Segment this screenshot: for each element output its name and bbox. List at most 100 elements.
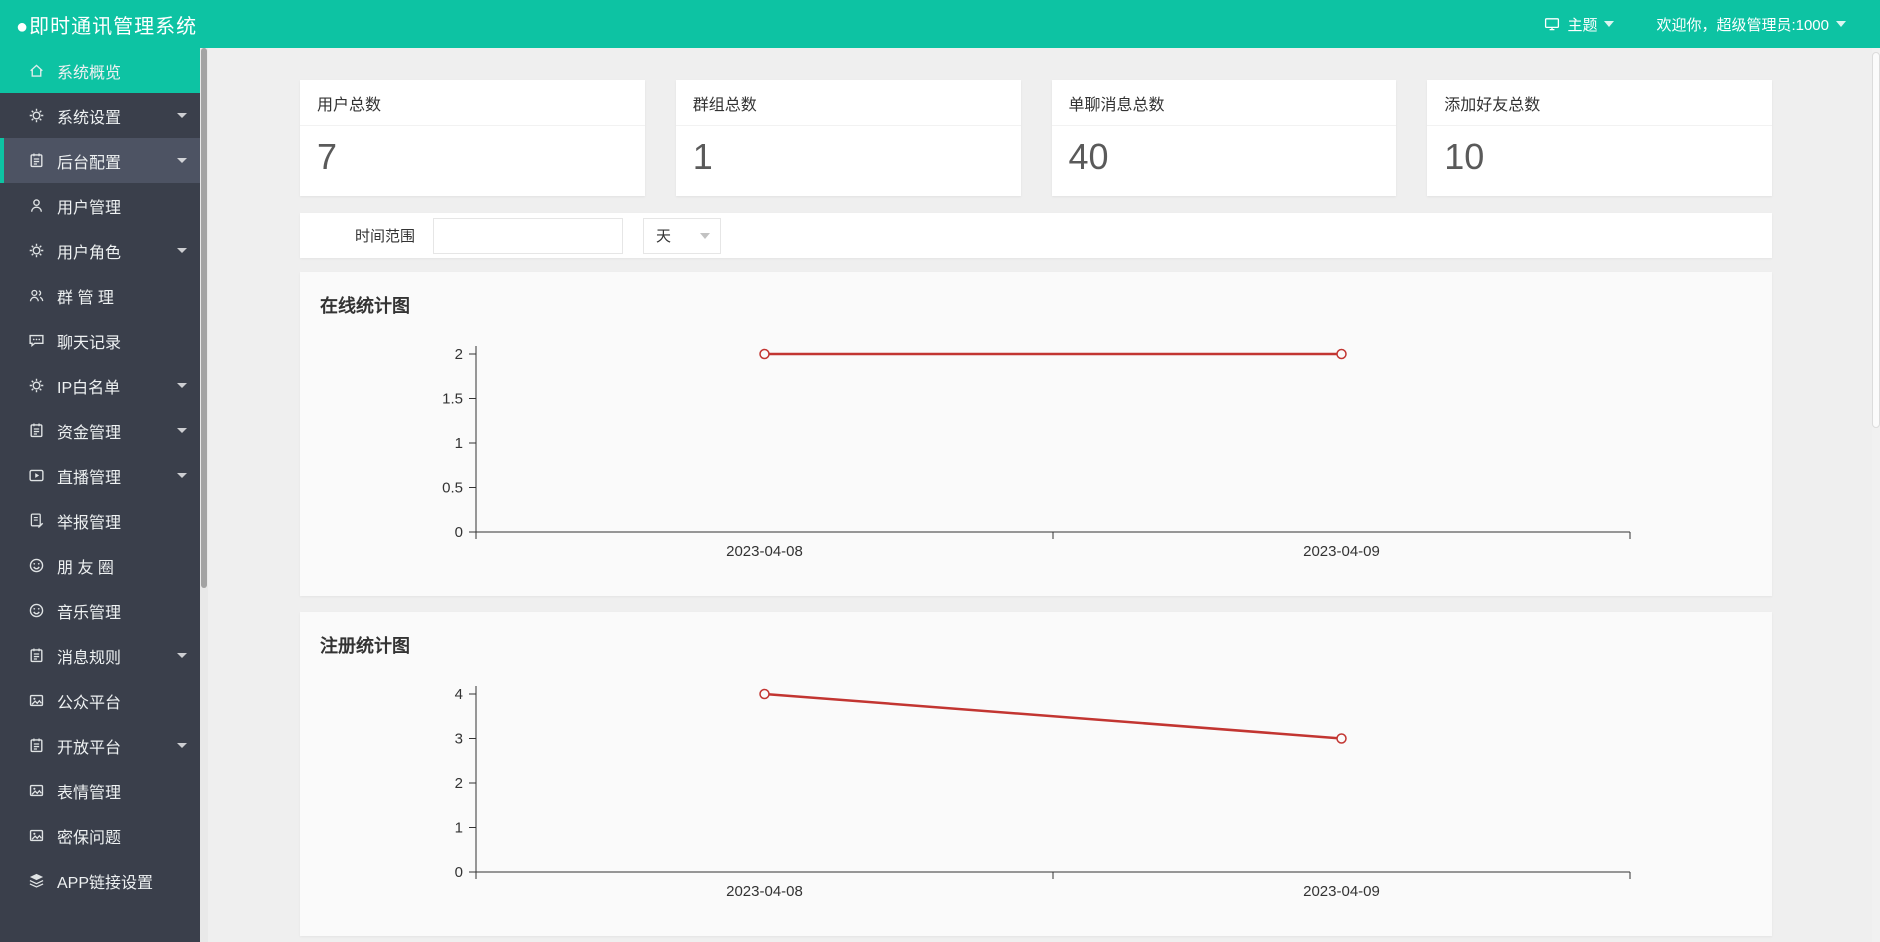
gear-icon bbox=[29, 378, 44, 393]
gear-icon bbox=[29, 243, 44, 258]
chevron-down-icon bbox=[177, 248, 187, 253]
sidebar-item-app-link-settings[interactable]: APP链接设置 bbox=[0, 858, 200, 903]
video-icon bbox=[29, 469, 44, 482]
stat-card-total-single-messages: 单聊消息总数 40 bbox=[1051, 80, 1397, 196]
sidebar-item-emoji-management[interactable]: 表情管理 bbox=[0, 768, 200, 813]
sidebar-item-moments[interactable]: 朋 友 圈 bbox=[0, 543, 200, 588]
stat-card-value: 40 bbox=[1068, 136, 1109, 177]
stat-card-total-friend-adds: 添加好友总数 10 bbox=[1427, 80, 1772, 196]
stat-card-title: 用户总数 bbox=[300, 80, 645, 126]
page-scrollbar-thumb[interactable] bbox=[1872, 52, 1880, 428]
user-menu[interactable]: 欢迎你，超级管理员:1000 bbox=[1656, 14, 1846, 35]
sidebar-item-open-platform[interactable]: 开放平台 bbox=[0, 723, 200, 768]
svg-text:3: 3 bbox=[455, 731, 463, 748]
svg-text:1: 1 bbox=[455, 820, 463, 837]
svg-text:2: 2 bbox=[455, 775, 463, 792]
sidebar-item-ip-whitelist[interactable]: IP白名单 bbox=[0, 363, 200, 408]
welcome-label: 欢迎你，超级管理员:1000 bbox=[1656, 16, 1829, 34]
register-line-chart: 0 1 2 3 4 2023-04-08 2023-04-09 bbox=[455, 686, 1631, 900]
chevron-down-icon bbox=[700, 232, 711, 239]
chat-icon bbox=[29, 334, 44, 347]
period-select-value: 天 bbox=[656, 228, 672, 245]
chevron-down-icon bbox=[177, 473, 187, 478]
image-icon bbox=[29, 694, 44, 707]
image-icon bbox=[29, 829, 44, 842]
stat-card-total-groups: 群组总数 1 bbox=[675, 80, 1021, 196]
sidebar-item-public-platform[interactable]: 公众平台 bbox=[0, 678, 200, 723]
chevron-down-icon bbox=[1836, 21, 1846, 27]
user-icon bbox=[30, 199, 43, 213]
sidebar-item-group-management[interactable]: 群 管 理 bbox=[0, 273, 200, 318]
sidebar-scrollbar-thumb[interactable] bbox=[201, 48, 207, 588]
smile-icon bbox=[29, 558, 44, 573]
svg-text:2023-04-08: 2023-04-08 bbox=[726, 543, 803, 560]
online-line-chart: 0 0.5 1 1.5 2 2023-04-08 2023-04-09 bbox=[442, 346, 1631, 560]
sidebar-item-music-management[interactable]: 音乐管理 bbox=[0, 588, 200, 633]
page-scrollbar-track bbox=[1872, 48, 1880, 942]
theme-menu[interactable]: 主题 bbox=[1544, 14, 1615, 35]
clipboard-icon bbox=[30, 647, 43, 663]
image-icon bbox=[29, 784, 44, 797]
sidebar-item-report-management[interactable]: 举报管理 bbox=[0, 498, 200, 543]
stat-card-value: 10 bbox=[1444, 136, 1485, 177]
chevron-down-icon bbox=[177, 653, 187, 658]
sidebar-item-live-management[interactable]: 直播管理 bbox=[0, 453, 200, 498]
stat-card-value: 7 bbox=[317, 136, 338, 177]
online-chart-title: 在线统计图 bbox=[320, 296, 410, 316]
svg-text:2: 2 bbox=[455, 346, 463, 363]
svg-text:0: 0 bbox=[455, 864, 463, 881]
chevron-down-icon bbox=[177, 743, 187, 748]
chevron-down-icon bbox=[1604, 21, 1615, 27]
svg-text:4: 4 bbox=[455, 686, 463, 703]
register-stats-card: 注册统计图 0 1 2 3 4 2023-04-08 2023-04-09 bbox=[300, 612, 1772, 936]
theme-label: 主题 bbox=[1567, 16, 1598, 34]
stat-card-value: 1 bbox=[692, 136, 713, 177]
main-content: 用户总数 7 群组总数 1 单聊消息总数 40 添加好友总数 10 时间范围 天… bbox=[208, 48, 1872, 942]
layers-icon bbox=[29, 873, 44, 888]
sidebar-item-user-roles[interactable]: 用户角色 bbox=[0, 228, 200, 273]
sidebar-item-funds-management[interactable]: 资金管理 bbox=[0, 408, 200, 453]
svg-text:1: 1 bbox=[455, 435, 463, 452]
svg-text:2023-04-08: 2023-04-08 bbox=[726, 883, 803, 900]
users-icon bbox=[29, 289, 44, 302]
app-window: ●即时通讯管理系统 主题 欢迎你，超级管理员:1000 系统概览 系统设置 后台… bbox=[0, 0, 1880, 942]
svg-text:0: 0 bbox=[455, 524, 463, 541]
svg-text:1.5: 1.5 bbox=[442, 391, 463, 408]
clipboard-icon bbox=[30, 422, 43, 438]
sidebar-item-chat-records[interactable]: 聊天记录 bbox=[0, 318, 200, 363]
sidebar-item-security-question[interactable]: 密保问题 bbox=[0, 813, 200, 858]
stat-card-total-users: 用户总数 7 bbox=[300, 80, 645, 196]
gear-icon bbox=[29, 108, 44, 123]
stat-cards-row: 用户总数 7 群组总数 1 单聊消息总数 40 添加好友总数 10 bbox=[300, 80, 1772, 196]
sidebar-item-backend-config[interactable]: 后台配置 bbox=[0, 138, 200, 183]
chevron-down-icon bbox=[177, 113, 187, 118]
period-select[interactable]: 天 bbox=[643, 217, 722, 254]
stat-card-title: 群组总数 bbox=[675, 80, 1021, 126]
home-icon bbox=[29, 64, 44, 77]
chevron-down-icon bbox=[177, 158, 187, 163]
sidebar-scrollbar-track bbox=[200, 48, 208, 942]
clipboard-icon bbox=[30, 737, 43, 753]
sidebar-item-user-management[interactable]: 用户管理 bbox=[0, 183, 200, 228]
register-chart-title: 注册统计图 bbox=[320, 636, 410, 656]
online-stats-card: 在线统计图 0 0.5 1 1.5 2 2023-04-08 2023-04-09 bbox=[300, 272, 1772, 596]
smile-icon bbox=[29, 603, 44, 618]
time-range-input[interactable] bbox=[433, 217, 624, 254]
report-icon bbox=[30, 513, 44, 529]
sidebar-item-system-settings[interactable]: 系统设置 bbox=[0, 93, 200, 138]
header-right: 主题 欢迎你，超级管理员:1000 bbox=[1544, 14, 1880, 35]
time-range-filter-bar: 时间范围 天 bbox=[300, 213, 1772, 258]
time-range-label: 时间范围 bbox=[355, 228, 416, 245]
sidebar-nav: 系统概览 系统设置 后台配置 用户管理 用户角色 群 管 理 聊天记录 IP白名… bbox=[0, 48, 200, 942]
chevron-down-icon bbox=[177, 383, 187, 388]
chevron-down-icon bbox=[177, 428, 187, 433]
sidebar-item-message-rules[interactable]: 消息规则 bbox=[0, 633, 200, 678]
monitor-icon bbox=[1545, 18, 1560, 31]
svg-text:2023-04-09: 2023-04-09 bbox=[1303, 543, 1380, 560]
top-header: ●即时通讯管理系统 主题 欢迎你，超级管理员:1000 bbox=[0, 0, 1880, 48]
clipboard-icon bbox=[30, 152, 43, 168]
stat-card-title: 单聊消息总数 bbox=[1051, 80, 1397, 126]
svg-text:2023-04-09: 2023-04-09 bbox=[1303, 883, 1380, 900]
sidebar-item-system-overview[interactable]: 系统概览 bbox=[0, 48, 200, 93]
app-title: ●即时通讯管理系统 bbox=[16, 15, 198, 38]
